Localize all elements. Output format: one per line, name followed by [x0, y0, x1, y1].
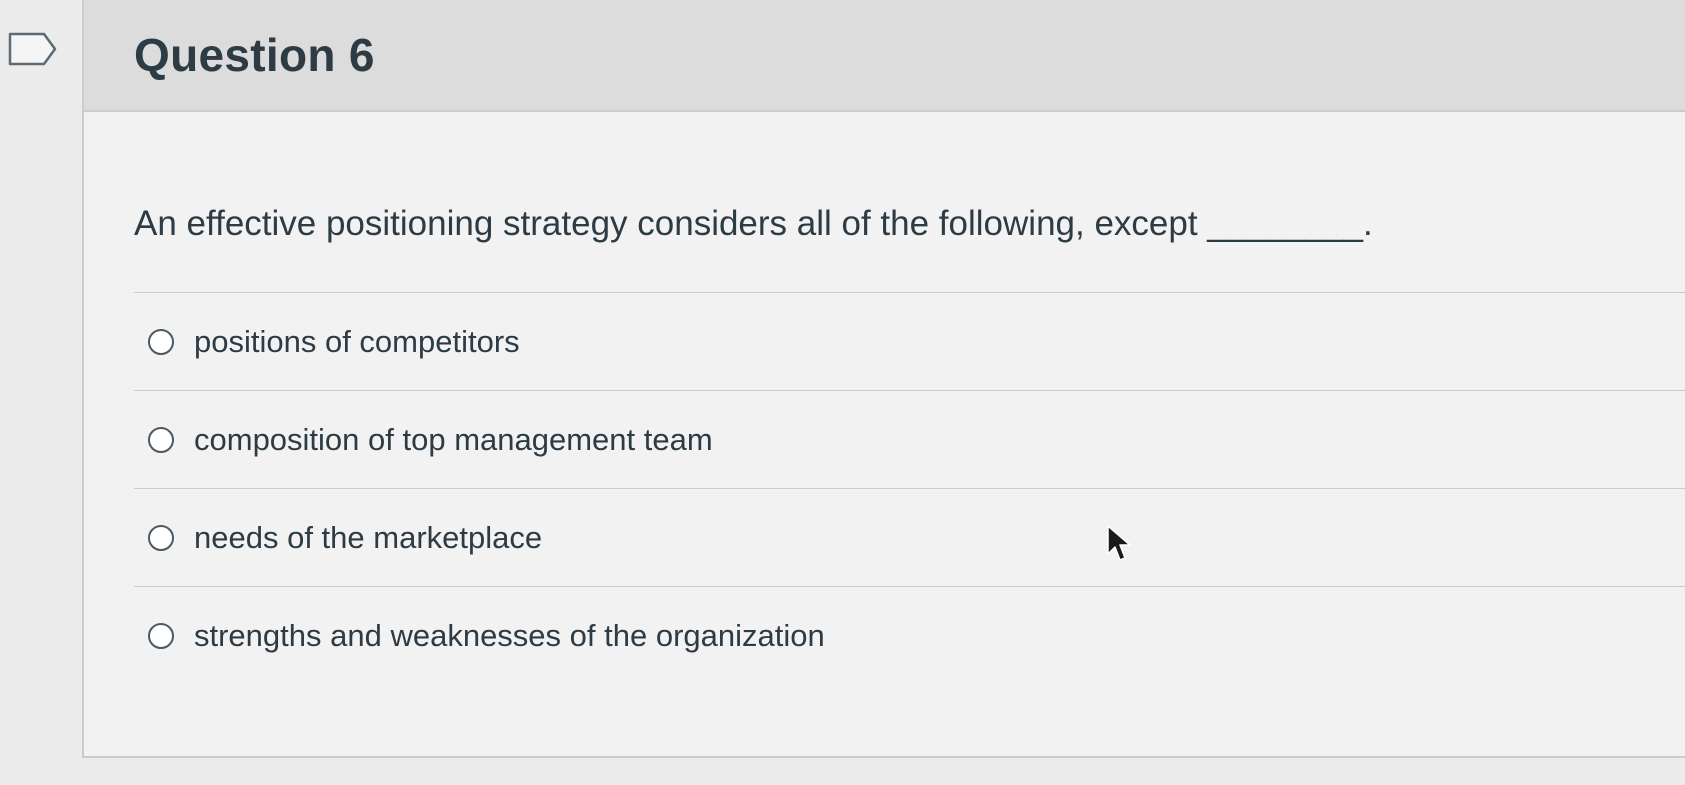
- answer-option-1[interactable]: positions of competitors: [134, 292, 1685, 390]
- answer-label: positions of competitors: [194, 323, 520, 359]
- question-header: Question 6: [84, 0, 1685, 112]
- radio-button[interactable]: [148, 524, 174, 551]
- answer-label: strengths and weaknesses of the organiza…: [194, 617, 825, 653]
- radio-button[interactable]: [148, 622, 174, 649]
- radio-button[interactable]: [148, 328, 174, 355]
- question-card: Question 6 An effective positioning stra…: [82, 0, 1685, 758]
- quiz-page: Question 6 An effective positioning stra…: [0, 0, 1685, 785]
- answer-option-4[interactable]: strengths and weaknesses of the organiza…: [134, 586, 1685, 684]
- flag-question-icon[interactable]: [8, 32, 58, 66]
- radio-button[interactable]: [148, 426, 174, 453]
- answer-option-2[interactable]: composition of top management team: [134, 390, 1685, 488]
- question-body: An effective positioning strategy consid…: [84, 112, 1685, 684]
- mouse-pointer-icon: [1107, 525, 1131, 561]
- answer-label: composition of top management team: [194, 421, 713, 457]
- answer-list: positions of competitors composition of …: [134, 292, 1685, 684]
- answer-option-3[interactable]: needs of the marketplace: [134, 488, 1685, 586]
- answer-label: needs of the marketplace: [194, 519, 543, 555]
- question-title: Question 6: [134, 29, 375, 81]
- question-text: An effective positioning strategy consid…: [134, 204, 1373, 243]
